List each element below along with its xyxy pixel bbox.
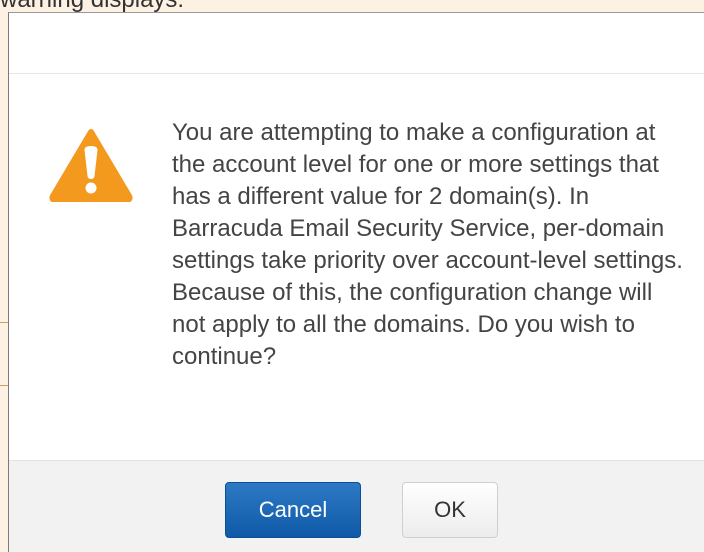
background-left-edge: [0, 12, 8, 552]
background-divider: [0, 322, 8, 323]
background-divider: [0, 385, 8, 386]
dialog-footer: Cancel OK: [9, 460, 704, 552]
dialog-message: You are attempting to make a configurati…: [172, 119, 683, 370]
dialog-header: [9, 13, 704, 74]
warning-icon: [49, 129, 133, 202]
cancel-button[interactable]: Cancel: [225, 482, 361, 538]
ok-button[interactable]: OK: [402, 482, 498, 538]
confirmation-dialog: You are attempting to make a configurati…: [8, 12, 704, 552]
dialog-body: You are attempting to make a configurati…: [9, 74, 704, 460]
